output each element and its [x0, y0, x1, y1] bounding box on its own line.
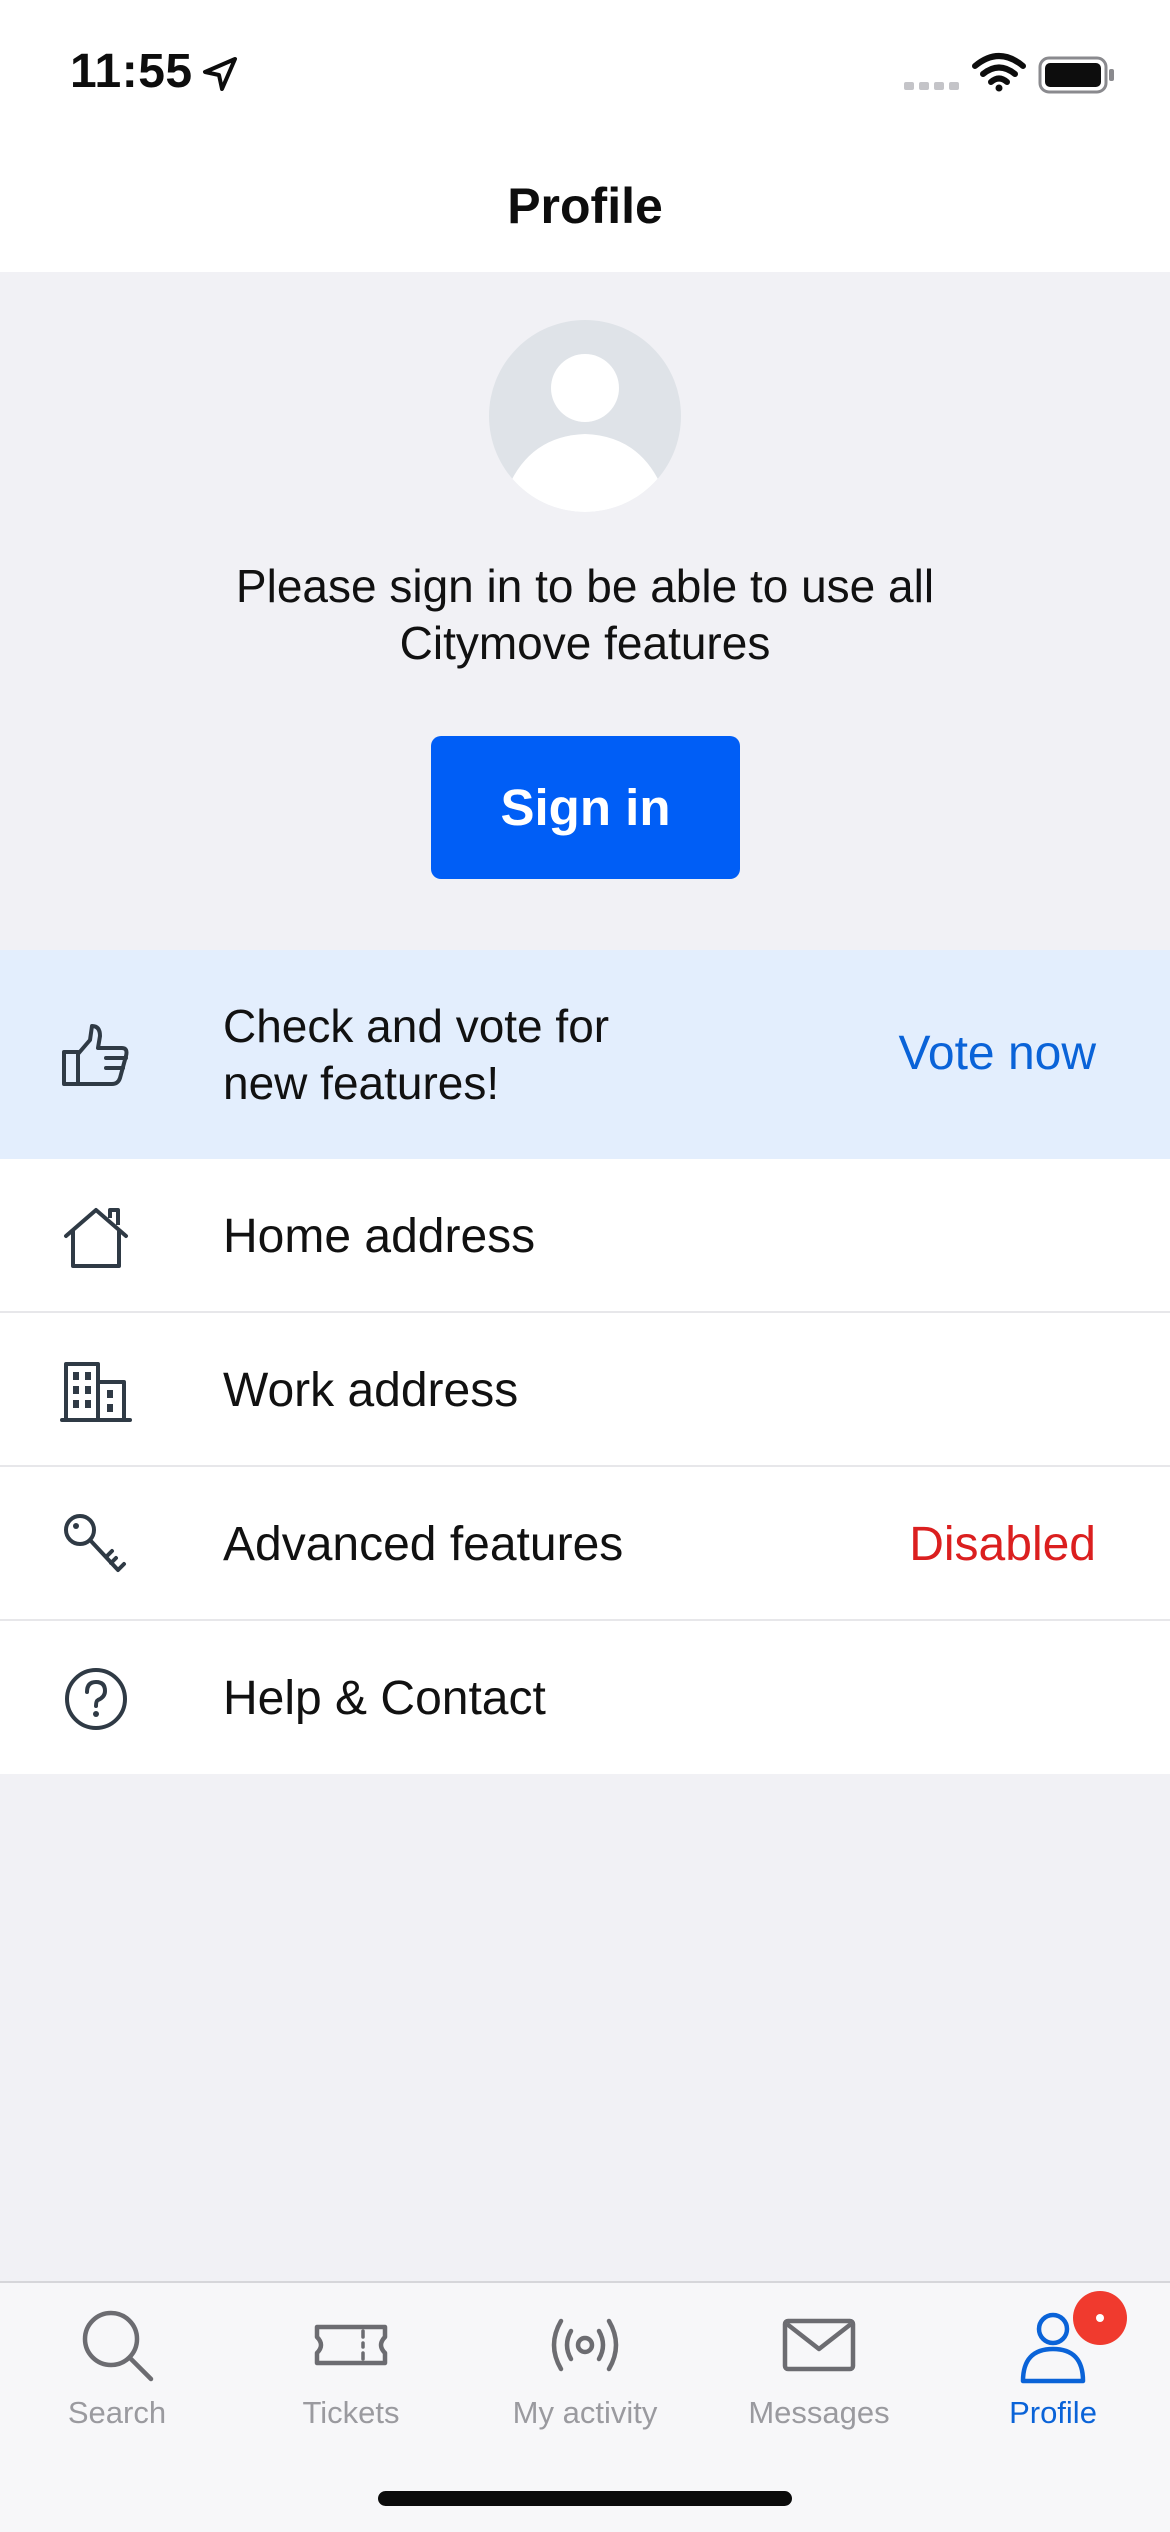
person-silhouette-icon — [507, 354, 663, 512]
signin-section: Please sign in to be able to use all Cit… — [0, 272, 1170, 950]
vote-banner[interactable]: Check and vote for new features! Vote no… — [0, 950, 1170, 1159]
signin-message-line1: Please sign in to be able to use all — [235, 560, 935, 612]
signal-icon — [904, 82, 959, 90]
signin-message: Please sign in to be able to use all Cit… — [135, 558, 1035, 672]
list-item-help-contact[interactable]: Help & Contact — [0, 1621, 1170, 1774]
envelope-icon — [782, 2318, 856, 2372]
thumbs-up-icon — [62, 1024, 129, 1086]
tab-label: Tickets — [302, 2395, 400, 2430]
vote-now-link[interactable]: Vote now — [899, 1026, 1096, 1081]
vote-text-line1: Check and vote for — [223, 1000, 610, 1052]
battery-icon — [1038, 56, 1114, 94]
location-arrow-icon — [203, 57, 237, 91]
list-item-label: Home address — [223, 1210, 536, 1263]
list-item-work-address[interactable]: Work address — [0, 1313, 1170, 1467]
building-icon — [60, 1362, 132, 1422]
signin-message-line2: Citymove features — [399, 617, 771, 669]
status-bar: 11:55 — [0, 0, 1170, 150]
status-time: 11:55 — [70, 45, 193, 98]
header: Profile — [0, 150, 1170, 272]
list-item-advanced-features[interactable]: Advanced features Disabled — [0, 1467, 1170, 1621]
list-item-label: Work address — [223, 1364, 519, 1417]
status-value-disabled: Disabled — [909, 1518, 1096, 1571]
badge-dot — [1096, 2314, 1104, 2322]
tab-label: Profile — [1009, 2395, 1097, 2430]
home-indicator[interactable] — [378, 2491, 792, 2506]
vote-text: Check and vote for new features! — [223, 998, 743, 1112]
avatar-placeholder — [489, 320, 681, 512]
list-item-label: Advanced features — [223, 1518, 624, 1571]
tab-label: Search — [67, 2395, 167, 2430]
tab-my-activity[interactable]: My activity — [468, 2283, 702, 2463]
list-item-label: Help & Contact — [223, 1672, 546, 1725]
signin-button[interactable]: Sign in — [431, 736, 740, 879]
house-icon — [64, 1208, 128, 1268]
tab-search[interactable]: Search — [0, 2283, 234, 2463]
wifi-icon — [972, 53, 1026, 92]
tab-label: Messages — [748, 2395, 890, 2430]
tab-messages[interactable]: Messages — [702, 2283, 936, 2463]
key-icon — [64, 1514, 126, 1572]
broadcast-icon — [551, 2318, 619, 2372]
search-icon — [82, 2310, 154, 2382]
help-circle-icon — [65, 1668, 127, 1730]
tab-tickets[interactable]: Tickets — [234, 2283, 468, 2463]
page-title: Profile — [507, 178, 663, 234]
notification-badge — [1073, 2291, 1127, 2345]
list-item-home-address[interactable]: Home address — [0, 1159, 1170, 1313]
settings-list: Home address Work address Advanced featu… — [0, 1159, 1170, 1774]
ticket-icon — [314, 2324, 388, 2366]
vote-text-line2: new features! — [223, 1057, 500, 1109]
tab-label: My activity — [512, 2395, 658, 2430]
tab-profile[interactable]: Profile — [936, 2283, 1170, 2463]
